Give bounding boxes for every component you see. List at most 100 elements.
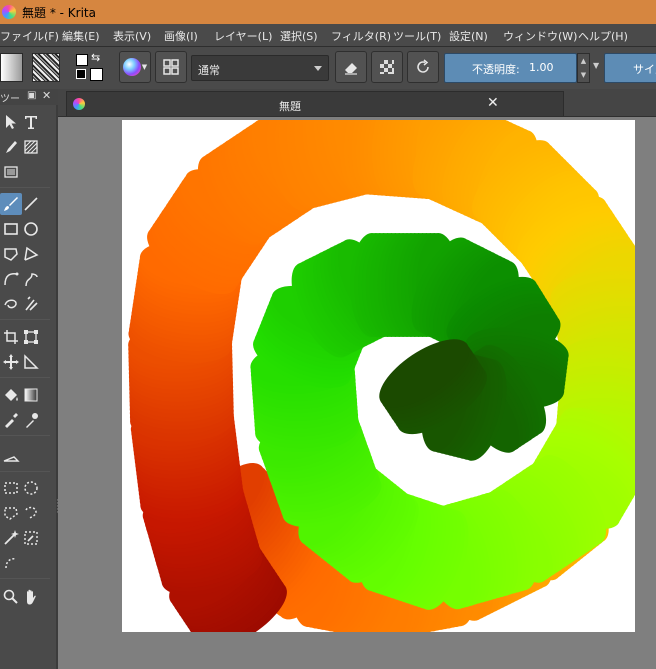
lasso-selection-icon bbox=[25, 506, 37, 520]
magnifier-icon bbox=[3, 589, 18, 604]
move-tool[interactable] bbox=[0, 351, 22, 373]
reference-images-tool[interactable] bbox=[0, 161, 22, 183]
opacity-slider[interactable]: 不透明度: 1.00 bbox=[444, 53, 577, 83]
chevron-down-icon bbox=[314, 66, 322, 71]
text-t-icon bbox=[25, 116, 37, 129]
menu-select[interactable]: 選択(S) bbox=[280, 28, 318, 44]
fill-tool[interactable] bbox=[0, 384, 22, 406]
pointer-arrow-icon bbox=[6, 115, 16, 129]
color-sampler-tool[interactable] bbox=[0, 409, 22, 431]
menu-edit[interactable]: 編集(E) bbox=[62, 28, 100, 44]
menu-filter[interactable]: フィルタ(R) bbox=[331, 28, 391, 44]
transform-tool[interactable] bbox=[20, 326, 42, 348]
brush-presets-button[interactable] bbox=[155, 51, 187, 83]
polygonal-selection-tool[interactable] bbox=[0, 502, 22, 524]
spin-up-icon[interactable]: ▲ bbox=[578, 54, 589, 68]
calligraphy-tool[interactable] bbox=[0, 136, 22, 158]
ellipse-selection-icon bbox=[24, 481, 38, 495]
document-tab-bar: 無題 ✕ bbox=[58, 89, 656, 117]
foreground-color-swatch[interactable] bbox=[76, 54, 88, 66]
opacity-label: 不透明度: bbox=[472, 63, 520, 76]
eraser-mode-button[interactable] bbox=[335, 51, 367, 83]
toolbox-docker-header: ツー ▣ ✕ bbox=[0, 89, 58, 105]
paint-bucket-icon bbox=[5, 389, 18, 401]
assistant-tool[interactable] bbox=[0, 445, 22, 467]
checkerboard-alpha-icon bbox=[380, 60, 394, 74]
polygon-selection-icon bbox=[4, 507, 18, 520]
smart-patch-tool[interactable] bbox=[20, 409, 42, 431]
dynamic-brush-icon bbox=[4, 299, 17, 309]
menu-help[interactable]: ヘルプ(H) bbox=[578, 28, 628, 44]
menu-image[interactable]: 画像(I) bbox=[164, 28, 198, 44]
toolbar-overflow-icon[interactable]: ▼ bbox=[593, 61, 599, 70]
line-tool[interactable] bbox=[20, 193, 42, 215]
close-docker-icon[interactable]: ✕ bbox=[42, 89, 51, 102]
close-tab-icon[interactable]: ✕ bbox=[487, 95, 499, 111]
tool-separator bbox=[0, 377, 50, 378]
transform-icon bbox=[24, 330, 38, 344]
polygon-icon bbox=[4, 248, 18, 261]
bezier-curve-icon bbox=[4, 272, 19, 286]
polyline-icon bbox=[24, 246, 39, 261]
tool-separator bbox=[0, 319, 50, 320]
opacity-spin-buttons[interactable]: ▲ ▼ bbox=[577, 53, 590, 83]
size-slider[interactable]: サイズ bbox=[604, 53, 656, 83]
polyline-tool[interactable] bbox=[20, 243, 42, 265]
spin-down-icon[interactable]: ▼ bbox=[578, 68, 589, 82]
crop-tool[interactable] bbox=[0, 326, 22, 348]
canvas-paper[interactable] bbox=[122, 120, 635, 632]
menu-tools[interactable]: ツール(T) bbox=[393, 28, 441, 44]
freehand-path-icon bbox=[25, 273, 38, 287]
gradient-tool[interactable] bbox=[20, 384, 42, 406]
freehand-path-tool[interactable] bbox=[20, 268, 42, 290]
rect-selection-icon bbox=[4, 482, 18, 494]
foreground-background-color-selector[interactable]: ⇆ bbox=[76, 51, 104, 81]
move-arrows-icon bbox=[3, 354, 19, 370]
reload-preset-button[interactable] bbox=[407, 51, 439, 83]
text-tool[interactable] bbox=[20, 111, 42, 133]
brush-toolbar: ⇆ ▼ 通常 不透明度: 1.00 ▲ ▼ ▼ サイ bbox=[0, 47, 656, 90]
menu-file[interactable]: ファイル(F) bbox=[0, 28, 59, 44]
bezier-selection-tool[interactable] bbox=[0, 552, 22, 574]
document-tab[interactable]: 無題 ✕ bbox=[66, 91, 564, 116]
menu-layer[interactable]: レイヤー(L) bbox=[214, 28, 272, 44]
zoom-tool[interactable] bbox=[0, 586, 22, 608]
similar-color-selection-tool[interactable] bbox=[20, 527, 42, 549]
edit-shapes-tool[interactable] bbox=[20, 136, 42, 158]
menu-window[interactable]: ウィンドウ(W) bbox=[503, 28, 577, 44]
hatched-square-icon bbox=[24, 140, 38, 154]
toolbox bbox=[0, 105, 56, 669]
blend-mode-select[interactable]: 通常 bbox=[191, 55, 329, 81]
calligraphy-pen-icon bbox=[6, 141, 17, 153]
preserve-alpha-button[interactable] bbox=[371, 51, 403, 83]
gradient-selector[interactable] bbox=[0, 53, 23, 82]
reload-icon bbox=[417, 59, 429, 73]
multibrush-tool[interactable] bbox=[20, 293, 42, 315]
pattern-selector[interactable] bbox=[32, 53, 60, 82]
rectangle-tool[interactable] bbox=[0, 218, 22, 240]
bezier-curve-tool[interactable] bbox=[0, 268, 22, 290]
select-shapes-tool[interactable] bbox=[0, 111, 22, 133]
background-color-swatch[interactable] bbox=[90, 68, 103, 81]
freehand-selection-tool[interactable] bbox=[20, 502, 42, 524]
polygon-tool[interactable] bbox=[0, 243, 22, 265]
canvas-area[interactable] bbox=[58, 117, 656, 669]
freehand-brush-tool[interactable] bbox=[0, 193, 22, 215]
elliptical-selection-tool[interactable] bbox=[20, 477, 42, 499]
rectangular-selection-tool[interactable] bbox=[0, 477, 22, 499]
float-docker-icon[interactable]: ▣ bbox=[27, 90, 36, 101]
swap-colors-icon[interactable]: ⇆ bbox=[91, 51, 100, 64]
measure-tool[interactable] bbox=[20, 351, 42, 373]
reset-colors-icon[interactable] bbox=[76, 69, 86, 79]
eyedropper-icon bbox=[26, 413, 38, 428]
brush-presets-grid-icon bbox=[163, 59, 179, 75]
dynamic-brush-tool[interactable] bbox=[0, 293, 22, 315]
menu-view[interactable]: 表示(V) bbox=[113, 28, 151, 44]
crop-icon bbox=[4, 330, 18, 344]
color-selector-button[interactable]: ▼ bbox=[119, 51, 151, 83]
tool-separator bbox=[0, 435, 50, 436]
menu-settings[interactable]: 設定(N) bbox=[449, 28, 488, 44]
ellipse-tool[interactable] bbox=[20, 218, 42, 240]
contiguous-selection-tool[interactable] bbox=[0, 527, 22, 549]
pan-tool[interactable] bbox=[20, 586, 42, 608]
